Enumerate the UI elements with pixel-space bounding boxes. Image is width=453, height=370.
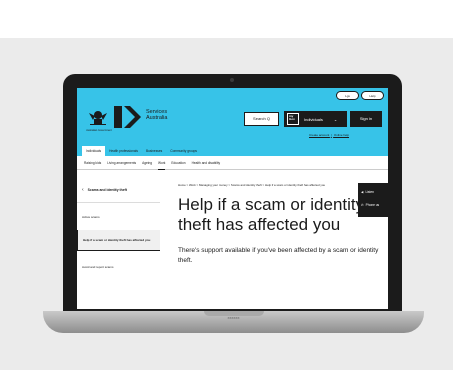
section-nav: Raising kids Living arrangements Ageing … [77, 156, 388, 170]
help-button[interactable]: Help [361, 91, 384, 100]
sign-in-button[interactable]: Sign in [350, 111, 382, 127]
audience-select-label: Individuals [304, 116, 323, 122]
sidebar-back-link[interactable]: ‹ Scams and identity theft [77, 177, 160, 203]
nav-work[interactable]: Work [158, 156, 166, 170]
language-help-toggles: Lgs Help [336, 91, 384, 100]
breadcrumb[interactable]: Home > Work > Managing your money > Scam… [178, 183, 383, 187]
tab-community-groups[interactable]: Community groups [166, 146, 201, 156]
phone-label: Phone us [365, 203, 380, 207]
nav-raising-kids[interactable]: Raising kids [84, 156, 101, 169]
sidebar: ‹ Scams and identity theft Active scams … [77, 177, 160, 309]
audience-tabs: Individuals Health professionals Busines… [77, 146, 201, 156]
tab-individuals[interactable]: Individuals [82, 146, 106, 156]
laptop-base: XXXXXX [43, 311, 424, 333]
language-button[interactable]: Lgs [336, 91, 359, 100]
tab-businesses[interactable]: Businesses [142, 146, 166, 156]
online-help-link[interactable]: Online help [334, 133, 349, 137]
speaker-icon: ◀ [361, 190, 364, 194]
phone-us-button[interactable]: ✆ Phone us [361, 203, 379, 207]
tab-health-professionals[interactable]: Health professionals [105, 146, 142, 156]
nav-education[interactable]: Education [171, 156, 185, 169]
service-name: Services Australia [146, 109, 168, 121]
camera [230, 78, 234, 82]
search-button[interactable]: Search Q [244, 112, 279, 126]
chevron-down-icon: ⌄ [333, 116, 338, 122]
phone-icon: ✆ [361, 203, 364, 207]
nav-ageing[interactable]: Ageing [142, 156, 152, 169]
government-crest-icon [89, 111, 107, 125]
mygov-logo: my Gov [287, 113, 299, 125]
link-separator: | [331, 133, 332, 137]
sidebar-back-label: Scams and identity theft [87, 187, 127, 192]
sidebar-item-avoid-and-report[interactable]: Avoid and report scams [77, 265, 160, 269]
laptop-lid: Lgs Help Australian Government Services … [63, 74, 402, 314]
laptop-screen: Lgs Help Australian Government Services … [77, 88, 388, 309]
services-australia-logo-icon[interactable] [114, 106, 142, 128]
crest-caption: Australian Government [86, 129, 112, 132]
mygov-selector[interactable]: my Gov Individuals ⌄ [284, 111, 347, 127]
lead-paragraph: There's support available if you've been… [178, 247, 379, 265]
listen-button[interactable]: ◀ Listen [361, 190, 374, 194]
laptop-base-label: XXXXXX [227, 316, 240, 320]
nav-health-and-disability[interactable]: Health and disability [192, 156, 221, 169]
chevron-left-icon: ‹ [82, 186, 84, 193]
create-account-link[interactable]: Create account [309, 133, 329, 137]
nav-living-arrangements[interactable]: Living arrangements [107, 156, 136, 169]
sidebar-item-help-if-affected[interactable]: Help if a scam or identity theft has aff… [77, 230, 160, 252]
page-tools: ◀ Listen ✆ Phone us [358, 183, 388, 217]
listen-label: Listen [365, 190, 374, 194]
sidebar-item-active-scams[interactable]: Active scams [77, 215, 160, 219]
site-header: Lgs Help Australian Government Services … [77, 88, 388, 156]
main-content: Home > Work > Managing your money > Scam… [178, 183, 383, 266]
page-title: Help if a scam or identity theft has aff… [178, 195, 365, 235]
header-links: Create account | Online help [309, 133, 349, 137]
